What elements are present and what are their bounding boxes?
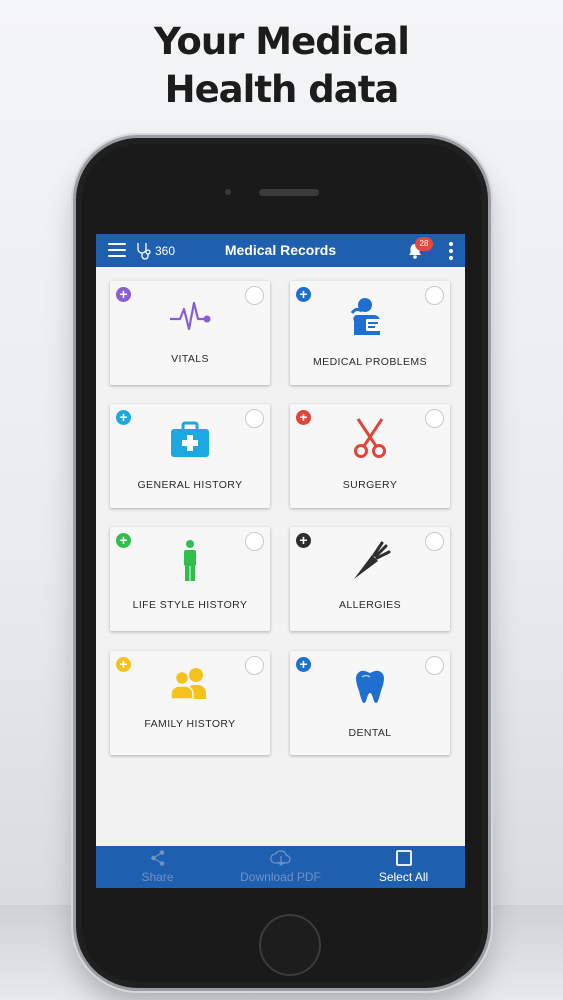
more-options-icon[interactable] [448, 242, 454, 260]
add-icon[interactable]: + [116, 533, 131, 548]
share-button[interactable]: Share [96, 846, 219, 888]
card-allergies[interactable]: + ALLERGIES [290, 527, 450, 631]
select-checkbox[interactable] [425, 656, 444, 675]
add-icon[interactable]: + [116, 287, 131, 302]
select-checkbox[interactable] [245, 286, 264, 305]
card-life-style-history[interactable]: + LIFE STYLE HISTORY [110, 527, 270, 631]
card-label: ALLERGIES [339, 599, 401, 611]
download-pdf-label: Download PDF [240, 870, 321, 884]
select-checkbox[interactable] [245, 532, 264, 551]
headline-line-2: Health data [164, 68, 400, 111]
app-screen: 360 Medical Records 28 + VITALS + MEDICA… [96, 234, 465, 888]
front-camera [225, 189, 231, 195]
download-pdf-button[interactable]: Download PDF [219, 846, 342, 888]
card-vitals[interactable]: + VITALS [110, 281, 270, 385]
add-icon[interactable]: + [296, 657, 311, 672]
records-grid: + VITALS + MEDICAL PROBLEMS + GENERAL HI… [96, 267, 465, 847]
card-label: DENTAL [348, 727, 392, 739]
carrot-icon [354, 541, 391, 579]
notification-badge: 28 [415, 237, 433, 251]
card-label: FAMILY HISTORY [144, 718, 236, 730]
app-bar: 360 Medical Records 28 [96, 234, 465, 267]
card-general-history[interactable]: + GENERAL HISTORY [110, 404, 270, 508]
tooth-icon [356, 670, 384, 703]
select-checkbox[interactable] [425, 409, 444, 428]
card-label: VITALS [171, 353, 209, 365]
card-family-history[interactable]: + FAMILY HISTORY [110, 651, 270, 755]
phone-power-button [488, 305, 492, 361]
share-icon [150, 850, 164, 866]
add-icon[interactable]: + [296, 410, 311, 425]
add-icon[interactable]: + [116, 410, 131, 425]
checkbox-outline-icon [395, 850, 412, 866]
heartbeat-icon [170, 301, 211, 331]
card-label: MEDICAL PROBLEMS [313, 356, 427, 368]
patient-icon [350, 298, 380, 335]
bottom-action-bar: Share Download PDF Select All [96, 846, 465, 888]
select-checkbox[interactable] [425, 532, 444, 551]
family-icon [170, 668, 206, 700]
earpiece-speaker [259, 189, 319, 196]
add-icon[interactable]: + [296, 287, 311, 302]
select-checkbox[interactable] [425, 286, 444, 305]
promo-headline: Your Medical Health data [0, 18, 563, 114]
person-icon [184, 540, 196, 581]
select-all-button[interactable]: Select All [342, 846, 465, 888]
card-label: GENERAL HISTORY [137, 479, 243, 491]
select-all-label: Select All [378, 870, 429, 884]
home-button[interactable] [259, 914, 321, 976]
card-medical-problems[interactable]: + MEDICAL PROBLEMS [290, 281, 450, 385]
card-surgery[interactable]: + SURGERY [290, 404, 450, 508]
card-dental[interactable]: + DENTAL [290, 651, 450, 755]
card-label: LIFE STYLE HISTORY [132, 599, 248, 611]
add-icon[interactable]: + [296, 533, 311, 548]
select-checkbox[interactable] [245, 656, 264, 675]
scissors-icon [354, 418, 386, 458]
headline-line-1: Your Medical [154, 20, 410, 63]
card-label: SURGERY [342, 479, 398, 491]
select-checkbox[interactable] [245, 409, 264, 428]
share-label: Share [141, 870, 174, 884]
cloud-download-icon [269, 850, 291, 866]
add-icon[interactable]: + [116, 657, 131, 672]
first-aid-kit-icon [171, 421, 209, 457]
